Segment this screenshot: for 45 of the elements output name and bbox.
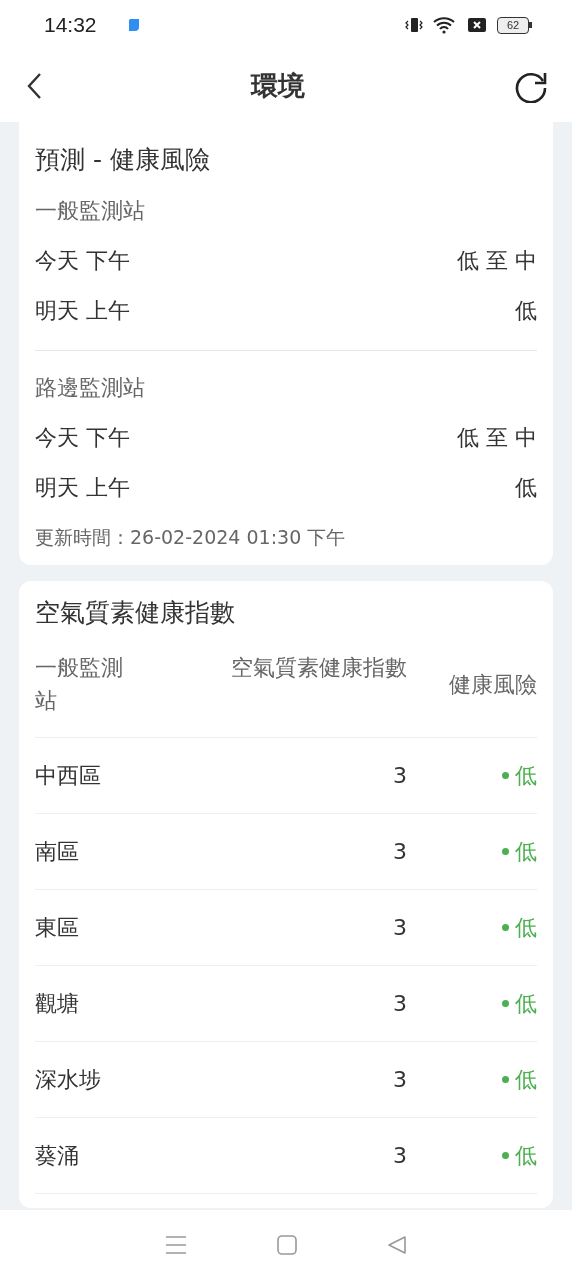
aqhi-value: 3 [392, 915, 407, 940]
aqhi-value: 3 [392, 839, 407, 864]
station-name: 深水埗 [35, 1065, 102, 1094]
status-time: 14:32 [44, 13, 97, 37]
station-type-label: 一般監測站 [35, 197, 146, 225]
risk-level: 低 [515, 761, 537, 790]
station-type-label: 路邊監測站 [35, 374, 146, 402]
column-header: 健康風險 [448, 670, 537, 699]
forecast-risk: 低 至 中 [457, 247, 537, 275]
home-icon[interactable] [277, 1235, 297, 1255]
forecast-period: 明天 上午 [35, 474, 130, 502]
column-header: 空氣質素健康指數 [230, 654, 407, 682]
aqhi-value: 3 [392, 1143, 407, 1168]
risk-level: 低 [515, 989, 537, 1018]
forecast-risk: 低 至 中 [457, 424, 537, 452]
forecast-period: 今天 下午 [35, 247, 130, 275]
station-name: 南區 [35, 837, 80, 866]
update-time: 更新時間：26-02-2024 01:30 下午 [35, 525, 347, 550]
risk-level: 低 [515, 1141, 537, 1170]
station-name: 觀塘 [35, 989, 80, 1018]
forecast-risk: 低 [515, 474, 537, 502]
card-title: 空氣質素健康指數 [35, 597, 236, 629]
app-notification-icon [126, 18, 141, 32]
card-title: 預測 - 健康風險 [35, 144, 211, 176]
risk-level: 低 [515, 837, 537, 866]
aqhi-value: 3 [392, 1067, 407, 1092]
forecast-period: 明天 上午 [35, 297, 130, 325]
column-header: 一般監測站 [35, 654, 124, 715]
no-sim-icon [467, 17, 487, 33]
battery-icon: 62 [497, 16, 532, 34]
aqhi-value: 3 [392, 763, 407, 788]
menu-icon[interactable] [165, 1235, 187, 1255]
forecast-risk: 低 [515, 297, 537, 325]
aqhi-value: 3 [392, 991, 407, 1016]
forecast-period: 今天 下午 [35, 424, 130, 452]
vibrate-icon [405, 17, 423, 33]
wifi-icon [433, 16, 457, 34]
station-name: 葵涌 [35, 1141, 80, 1170]
back-nav-icon[interactable] [387, 1235, 407, 1255]
back-icon[interactable] [26, 72, 42, 100]
risk-level: 低 [515, 913, 537, 942]
page-title: 環境 [249, 69, 306, 103]
station-name: 東區 [35, 913, 80, 942]
station-name: 中西區 [35, 761, 102, 790]
risk-level: 低 [515, 1065, 537, 1094]
